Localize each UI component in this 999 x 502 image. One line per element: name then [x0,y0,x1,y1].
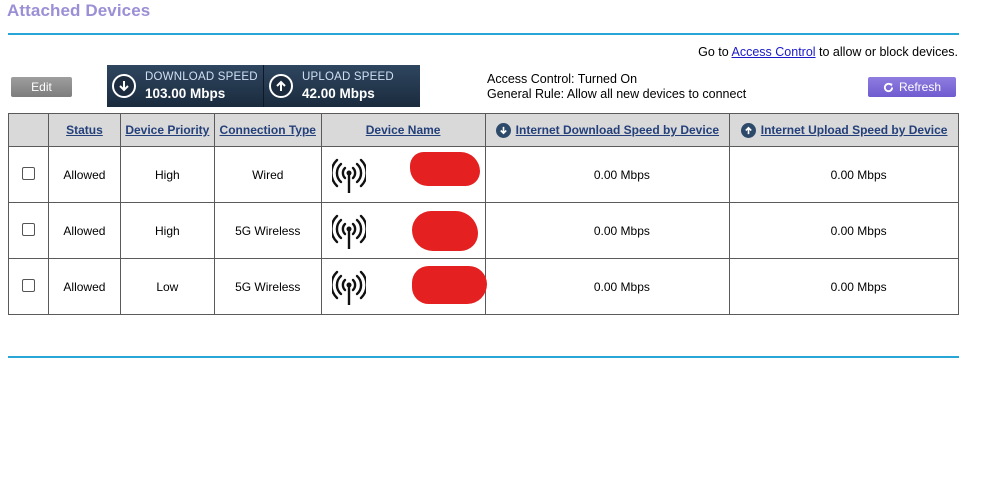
hint-suffix: to allow or block devices. [815,45,958,59]
upload-speed-label: UPLOAD SPEED [302,71,394,83]
attached-devices-table: Status Device Priority Connection Type D… [8,113,959,315]
download-speed-cell: 0.00 Mbps [484,258,731,315]
download-column-label: Internet Download Speed by Device [515,123,720,137]
general-rule: General Rule: Allow all new devices to c… [487,87,747,101]
device-checkbox[interactable] [21,278,35,292]
table-row: Allowed Low 5G Wireless 0.00 Mbps 0.00 M… [8,258,959,315]
device-checkbox[interactable] [21,166,35,180]
refresh-icon [883,82,894,92]
download-arrow-icon [112,74,136,98]
status-cell: Allowed [47,202,121,259]
download-speed-cell: 0.00 Mbps [484,202,731,259]
upload-arrow-icon [740,122,756,138]
access-control-hint: Go to Access Control to allow or block d… [698,45,958,59]
upload-speed-cell: 0.00 Mbps [729,146,959,203]
page-title: Attached Devices [7,1,151,20]
table-header-row: Status Device Priority Connection Type D… [8,113,959,147]
download-speed-value: 103.00 Mbps [145,86,226,101]
priority-cell: High [119,146,215,203]
priority-cell: Low [119,258,215,315]
download-speed-panel: DOWNLOAD SPEED 103.00 Mbps [107,65,264,107]
upload-speed-cell: 0.00 Mbps [729,258,959,315]
upload-speed-text: 0.00 Mbps [830,279,887,294]
status-column-header[interactable]: Status [47,113,121,147]
access-control-link[interactable]: Access Control [732,45,816,59]
redacted-device-name [411,266,487,304]
access-control-status: Access Control: Turned On General Rule: … [487,72,746,102]
wireless-antenna-icon [331,214,366,249]
select-column-header [8,113,49,147]
upload-column-header[interactable]: Internet Upload Speed by Device [729,113,959,147]
connection-cell: 5G Wireless [213,202,322,259]
select-cell [8,258,49,315]
upload-speed-cell: 0.00 Mbps [729,202,959,259]
upload-speed-value: 42.00 Mbps [302,86,375,101]
redacted-device-name [409,152,480,186]
device-name-cell [320,258,487,315]
status-cell: Allowed [47,146,121,203]
device-checkbox[interactable] [21,222,35,236]
refresh-button[interactable]: Refresh [868,77,956,97]
device-name-cell [320,202,486,259]
refresh-label: Refresh [898,80,942,94]
top-divider [8,33,959,35]
upload-column-label: Internet Upload Speed by Device [760,123,948,137]
speed-summary: DOWNLOAD SPEED 103.00 Mbps UPLOAD SPEED … [107,65,420,107]
status-cell: Allowed [47,258,121,315]
upload-speed-panel: UPLOAD SPEED 42.00 Mbps [264,65,420,107]
download-speed-text: 0.00 Mbps [593,279,650,294]
download-speed-text: 0.00 Mbps [593,223,650,238]
download-column-header[interactable]: Internet Download Speed by Device [484,113,731,147]
priority-column-header[interactable]: Device Priority [119,113,215,147]
edit-button[interactable]: Edit [11,77,72,97]
select-cell [8,146,49,203]
upload-speed-text: 0.00 Mbps [830,223,887,238]
table-row: Allowed High 5G Wireless 0.00 Mbps 0.00 … [8,202,959,259]
priority-cell: High [119,202,215,259]
download-arrow-icon [495,122,511,138]
download-speed-label: DOWNLOAD SPEED [145,71,258,83]
upload-speed-text: 0.00 Mbps [830,167,887,182]
bottom-divider [8,356,959,358]
wireless-antenna-icon [331,158,366,193]
select-cell [8,202,49,259]
connection-cell: Wired [213,146,322,203]
connection-cell: 5G Wireless [213,258,322,315]
redacted-device-name [411,211,478,251]
connection-column-header[interactable]: Connection Type [213,113,322,147]
hint-prefix: Go to [698,45,732,59]
device-name-column-header[interactable]: Device Name [320,113,486,147]
download-speed-text: 0.00 Mbps [593,167,650,182]
access-control-state: Access Control: Turned On [487,72,638,86]
device-name-cell [320,146,486,203]
wireless-antenna-icon [331,270,366,305]
download-speed-cell: 0.00 Mbps [484,146,731,203]
table-row: Allowed High Wired 0.00 Mbps 0.00 Mbps [8,146,959,203]
upload-arrow-icon [269,74,293,98]
